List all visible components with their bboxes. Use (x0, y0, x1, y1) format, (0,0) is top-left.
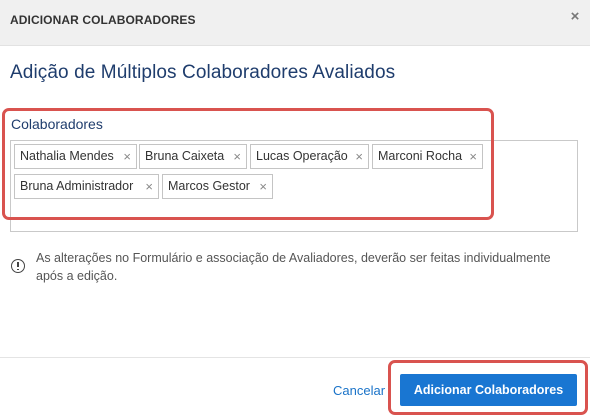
footer-divider (0, 357, 590, 358)
tag-item: Marconi Rocha × (372, 144, 483, 169)
add-collaborators-button[interactable]: Adicionar Colaboradores (400, 374, 577, 406)
tag-label: Bruna Caixeta (145, 149, 225, 163)
remove-tag-icon[interactable]: × (233, 145, 241, 168)
tag-item: Lucas Operação × (250, 144, 369, 169)
remove-tag-icon[interactable]: × (355, 145, 363, 168)
remove-tag-icon[interactable]: × (145, 175, 153, 198)
cancel-button[interactable]: Cancelar (333, 383, 385, 398)
page-title: Adição de Múltiplos Colaboradores Avalia… (10, 62, 396, 83)
modal-header-title: ADICIONAR COLABORADORES (10, 13, 196, 27)
collaborators-label: Colaboradores (11, 116, 103, 132)
info-circle-icon (11, 259, 25, 273)
tag-label: Bruna Administrador (20, 179, 134, 193)
tag-label: Marcos Gestor (168, 179, 250, 193)
remove-tag-icon[interactable]: × (469, 145, 477, 168)
tag-item: Marcos Gestor × (162, 174, 273, 199)
tag-item: Nathalia Mendes × (14, 144, 137, 169)
modal-header: ADICIONAR COLABORADORES × (0, 0, 590, 46)
tag-label: Marconi Rocha (378, 149, 463, 163)
info-message: As alterações no Formulário e associação… (36, 251, 551, 283)
remove-tag-icon[interactable]: × (123, 145, 131, 168)
tag-label: Lucas Operação (256, 149, 348, 163)
tag-item: Bruna Caixeta × (139, 144, 247, 169)
collaborators-tag-input[interactable]: Nathalia Mendes × Bruna Caixeta × Lucas … (10, 140, 578, 232)
remove-tag-icon[interactable]: × (259, 175, 267, 198)
tag-item: Bruna Administrador × (14, 174, 159, 199)
close-icon[interactable]: × (567, 8, 583, 26)
tag-label: Nathalia Mendes (20, 149, 114, 163)
